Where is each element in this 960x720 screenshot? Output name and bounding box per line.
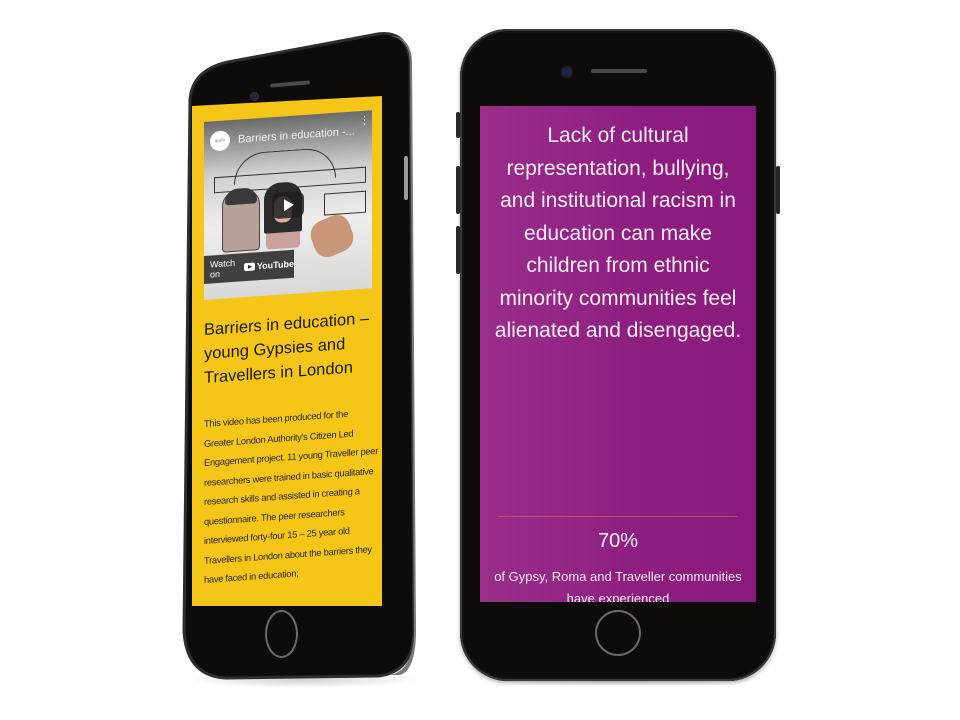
watch-on-label: Watch on — [210, 257, 236, 280]
article-title: Barriers in education – young Gypsies an… — [204, 309, 370, 387]
youtube-label: YouTube — [256, 258, 294, 272]
video-title[interactable]: Barriers in education -... — [238, 125, 355, 145]
sketch-window — [324, 190, 366, 216]
stat-description: of Gypsy, Roma and Traveller communities… — [494, 569, 742, 602]
youtube-logo: YouTube — [243, 258, 294, 273]
channel-logo[interactable]: ajefn — [210, 130, 230, 152]
yellow-page: ajefn Barriers in education -... ⋮ Watch… — [192, 96, 382, 606]
home-button[interactable] — [595, 610, 641, 656]
youtube-video-embed[interactable]: ajefn Barriers in education -... ⋮ Watch… — [204, 110, 372, 301]
quote-text: Lack of cultural representation, bullyin… — [494, 124, 742, 342]
play-button[interactable] — [272, 191, 304, 220]
watch-on-youtube-button[interactable]: Watch on YouTube — [204, 249, 294, 284]
divider — [498, 516, 738, 517]
play-icon — [284, 198, 294, 212]
earpiece-speaker — [591, 69, 647, 73]
side-button — [404, 156, 408, 200]
stat-value: 70% — [597, 530, 639, 552]
power-button — [776, 166, 780, 214]
youtube-icon — [243, 262, 255, 272]
article-body: This video has been produced for the Gre… — [204, 407, 379, 585]
sketch-person — [222, 187, 260, 253]
right-phone-screen: Lack of cultural representation, bullyin… — [480, 106, 756, 602]
front-camera-icon — [251, 93, 258, 100]
home-button[interactable] — [265, 610, 298, 658]
kebab-menu-icon[interactable]: ⋮ — [359, 114, 370, 127]
left-phone-screen: ajefn Barriers in education -... ⋮ Watch… — [192, 96, 382, 606]
drawing-hand — [306, 210, 358, 262]
front-camera-icon — [563, 68, 571, 76]
